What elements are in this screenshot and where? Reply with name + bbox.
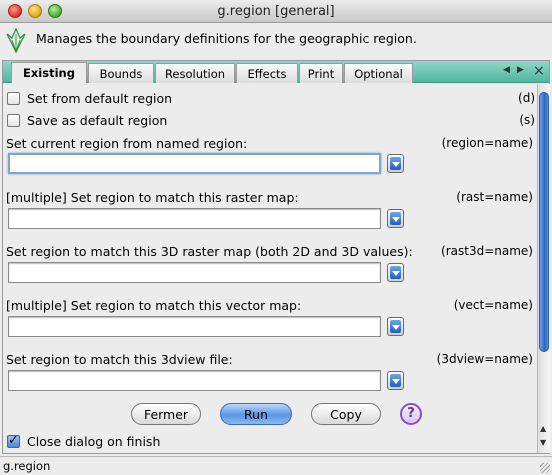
module-description: Manages the boundary definitions for the…: [36, 31, 417, 46]
chevron-down-icon: [392, 271, 400, 276]
scroll-down-icon[interactable]: ▼: [540, 438, 546, 447]
tab-bounds[interactable]: Bounds: [88, 63, 154, 83]
raster-map-param: (rast=name): [456, 190, 533, 204]
chevron-down-icon: [392, 162, 400, 167]
help-button[interactable]: ?: [400, 403, 422, 425]
window-title: g.region [general]: [217, 4, 335, 19]
close-on-finish-checkbox[interactable]: [7, 433, 20, 448]
close-on-finish-label: Close dialog on finish: [27, 434, 161, 449]
chevron-down-icon: [392, 217, 400, 222]
close-button[interactable]: Fermer: [131, 403, 201, 425]
copy-button[interactable]: Copy: [311, 403, 381, 425]
grass-module-icon: [6, 27, 26, 54]
vector-map-param: (vect=name): [453, 298, 533, 312]
raster3d-map-param: (rast3d=name): [441, 244, 533, 258]
raster3d-map-input[interactable]: [8, 262, 381, 283]
raster-map-input[interactable]: [8, 208, 381, 229]
scroll-up-icon[interactable]: ▲: [540, 424, 546, 433]
raster-map-select-button[interactable]: [387, 209, 404, 228]
view3d-file-select-button[interactable]: [387, 371, 404, 390]
options-notebook: Existing Bounds Resolution Effects Print…: [2, 60, 550, 454]
tab-resolution[interactable]: Resolution: [155, 63, 235, 83]
named-region-select-button[interactable]: [387, 154, 404, 173]
save-default-option[interactable]: Save as default region (s): [7, 113, 535, 131]
view3d-file-input[interactable]: [8, 370, 381, 391]
dialog-window: g.region [general] Manages the boundary …: [0, 0, 552, 475]
resize-grip-icon[interactable]: [540, 463, 550, 473]
tab-existing[interactable]: Existing: [11, 62, 87, 83]
tab-effects[interactable]: Effects: [236, 63, 298, 83]
tab-print[interactable]: Print: [299, 63, 343, 83]
save-default-label: Save as default region: [27, 113, 168, 128]
save-default-checkbox[interactable]: [7, 114, 20, 127]
tab-scroll-right-icon[interactable]: ▶: [517, 65, 524, 75]
status-text: g.region: [3, 459, 51, 473]
named-region-label: Set current region from named region:: [6, 136, 248, 151]
existing-pane: Set from default region (d) Save as defa…: [3, 84, 537, 453]
default-region-option[interactable]: Set from default region (d): [7, 91, 535, 109]
chevron-down-icon: [392, 325, 400, 330]
raster3d-map-label: Set region to match this 3D raster map (…: [6, 244, 413, 259]
named-region-param: (region=name): [441, 136, 533, 150]
vector-map-select-button[interactable]: [387, 317, 404, 336]
default-region-flag: (d): [518, 91, 535, 105]
save-default-flag: (s): [519, 113, 535, 127]
vector-map-input[interactable]: [8, 316, 381, 337]
tab-scroll-left-icon[interactable]: ◀: [503, 65, 510, 75]
title-bar[interactable]: g.region [general]: [0, 0, 552, 23]
tab-close-icon[interactable]: ×: [533, 63, 545, 79]
run-button[interactable]: Run: [220, 403, 292, 425]
raster-map-label: [multiple] Set region to match this rast…: [6, 190, 299, 205]
view3d-file-param: (3dview=name): [436, 352, 533, 366]
chevron-down-icon: [392, 379, 400, 384]
default-region-checkbox[interactable]: [7, 92, 20, 105]
tab-strip: Existing Bounds Resolution Effects Print…: [3, 61, 549, 83]
tab-optional[interactable]: Optional: [344, 63, 413, 83]
view3d-file-label: Set region to match this 3dview file:: [6, 352, 233, 367]
raster3d-map-select-button[interactable]: [387, 263, 404, 282]
scrollbar-thumb[interactable]: [539, 92, 549, 352]
status-bar: g.region: [0, 456, 552, 475]
vector-map-label: [multiple] Set region to match this vect…: [6, 298, 302, 313]
named-region-input[interactable]: [8, 153, 381, 174]
pane-scrollbar[interactable]: ▲ ▼: [537, 84, 550, 453]
default-region-label: Set from default region: [27, 91, 173, 106]
